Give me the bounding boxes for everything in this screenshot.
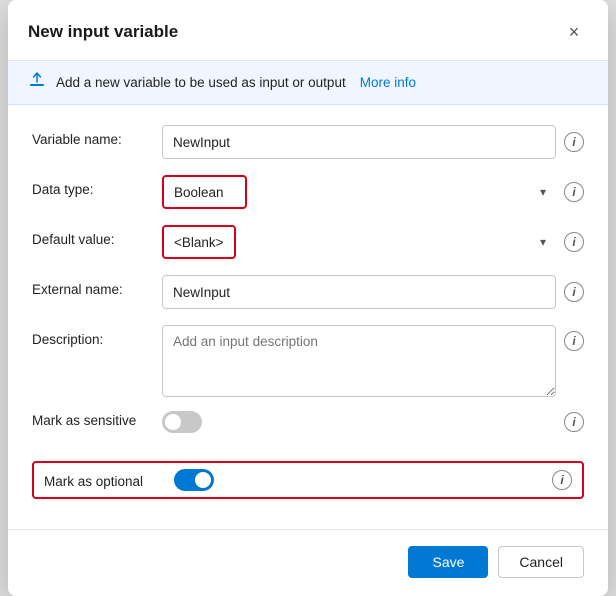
mark-optional-slider	[174, 469, 214, 491]
data-type-label: Data type:	[32, 175, 162, 197]
mark-sensitive-info-icon: i	[564, 412, 584, 432]
mark-sensitive-control-wrap: i	[162, 411, 584, 433]
default-value-row: Default value: <Blank> True False ▾ i	[32, 225, 584, 261]
description-control-wrap: i	[162, 325, 584, 397]
description-textarea[interactable]	[162, 325, 556, 397]
banner-text: Add a new variable to be used as input o…	[56, 75, 346, 90]
external-name-label: External name:	[32, 275, 162, 297]
info-banner: Add a new variable to be used as input o…	[8, 61, 608, 105]
data-type-row: Data type: Boolean String Integer Float …	[32, 175, 584, 211]
mark-sensitive-toggle-wrap	[162, 411, 202, 433]
mark-optional-control-wrap: i	[174, 469, 572, 491]
mark-optional-toggle[interactable]	[174, 469, 214, 491]
description-info-icon: i	[564, 331, 584, 351]
mark-sensitive-label: Mark as sensitive	[32, 411, 162, 428]
dialog-body: Variable name: i Data type: Boolean Stri…	[8, 105, 608, 523]
variable-name-control-wrap: i	[162, 125, 584, 159]
default-value-select-wrap: <Blank> True False ▾	[162, 225, 556, 259]
banner-upload-icon	[28, 71, 46, 94]
external-name-control-wrap: i	[162, 275, 584, 309]
data-type-select-wrap: Boolean String Integer Float DateTime Li…	[162, 175, 556, 209]
mark-optional-row: Mark as optional i	[32, 461, 584, 499]
more-info-link[interactable]: More info	[360, 75, 416, 90]
default-value-info-icon: i	[564, 232, 584, 252]
variable-name-input[interactable]	[162, 125, 556, 159]
dialog-footer: Save Cancel	[8, 529, 608, 596]
external-name-row: External name: i	[32, 275, 584, 311]
data-type-control-wrap: Boolean String Integer Float DateTime Li…	[162, 175, 584, 209]
data-type-chevron-icon: ▾	[540, 185, 546, 199]
mark-optional-toggle-wrap	[174, 469, 214, 491]
data-type-info-icon: i	[564, 182, 584, 202]
close-button[interactable]: ×	[560, 18, 588, 46]
mark-sensitive-toggle[interactable]	[162, 411, 202, 433]
mark-sensitive-row: Mark as sensitive i	[32, 411, 584, 447]
description-row: Description: i	[32, 325, 584, 397]
mark-sensitive-slider	[162, 411, 202, 433]
default-value-control-wrap: <Blank> True False ▾ i	[162, 225, 584, 259]
new-input-variable-dialog: New input variable × Add a new variable …	[8, 0, 608, 596]
default-value-label: Default value:	[32, 225, 162, 247]
cancel-button[interactable]: Cancel	[498, 546, 584, 578]
mark-optional-info-icon: i	[552, 470, 572, 490]
default-value-chevron-icon: ▾	[540, 235, 546, 249]
variable-name-row: Variable name: i	[32, 125, 584, 161]
save-button[interactable]: Save	[408, 546, 488, 578]
variable-name-label: Variable name:	[32, 125, 162, 147]
description-label: Description:	[32, 325, 162, 347]
external-name-info-icon: i	[564, 282, 584, 302]
dialog-title: New input variable	[28, 22, 178, 42]
variable-name-info-icon: i	[564, 132, 584, 152]
default-value-select[interactable]: <Blank> True False	[162, 225, 236, 259]
mark-optional-label: Mark as optional	[44, 472, 174, 489]
dialog-header: New input variable ×	[8, 0, 608, 61]
external-name-input[interactable]	[162, 275, 556, 309]
data-type-select[interactable]: Boolean String Integer Float DateTime Li…	[162, 175, 247, 209]
